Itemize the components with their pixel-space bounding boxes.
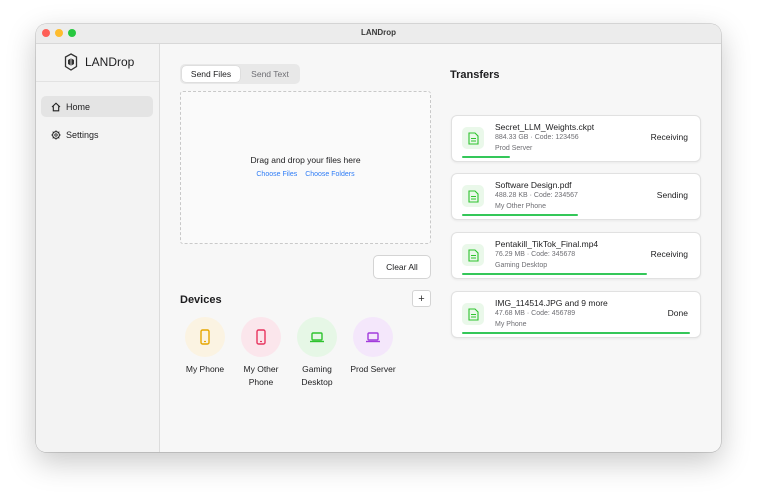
phone-icon xyxy=(256,329,266,345)
document-icon xyxy=(467,189,479,203)
window-title: LANDrop xyxy=(360,28,397,37)
device-name: My Other Phone xyxy=(243,364,279,387)
file-icon-badge xyxy=(462,244,484,266)
tab-send-text[interactable]: Send Text xyxy=(242,66,298,82)
home-icon xyxy=(51,101,61,111)
drop-links: Choose Files Choose Folders xyxy=(181,171,430,178)
transfer-status: Done xyxy=(667,308,688,318)
transfer-status: Receiving xyxy=(650,249,688,259)
transfer-device: Prod Server xyxy=(495,145,533,152)
device-my-phone[interactable]: My Phone xyxy=(177,317,233,376)
document-icon xyxy=(467,307,479,321)
clear-all-button[interactable]: Clear All xyxy=(373,255,431,279)
transfer-status: Sending xyxy=(656,190,688,200)
transfer-progress-bar xyxy=(462,156,510,158)
transfers-heading: Transfers xyxy=(450,69,500,81)
transfer-device: My Phone xyxy=(495,321,527,328)
transfer-file-name: Pentakill_TikTok_Final.mp4 xyxy=(495,239,599,249)
transfer-file-name: Software Design.pdf xyxy=(495,180,572,190)
laptop-icon xyxy=(310,332,324,343)
transfer-file-name: IMG_114514.JPG and 9 more xyxy=(495,298,608,308)
device-name: My Phone xyxy=(185,364,225,374)
document-icon xyxy=(467,248,479,262)
transfer-progress-bar xyxy=(462,332,690,334)
main-content: Send Files Send Text Drag and drop your … xyxy=(160,44,721,452)
device-avatar xyxy=(241,317,281,357)
add-device-button[interactable]: + xyxy=(412,290,431,307)
devices-heading: Devices xyxy=(180,294,222,306)
device-avatar xyxy=(185,317,225,357)
transfer-meta: 47.68 MB · Code: 456789 xyxy=(495,310,576,317)
phone-icon xyxy=(200,329,210,345)
transfer-card[interactable]: IMG_114514.JPG and 9 more 47.68 MB · Cod… xyxy=(451,291,701,338)
transfer-card[interactable]: Pentakill_TikTok_Final.mp4 76.29 MB · Co… xyxy=(451,232,701,279)
transfer-status: Receiving xyxy=(650,132,688,142)
device-gaming-desktop[interactable]: Gaming Desktop xyxy=(289,317,345,388)
device-name: Prod Server xyxy=(350,364,396,374)
gear-icon xyxy=(51,129,61,140)
sidebar-item-settings[interactable]: Settings xyxy=(41,124,153,145)
app-window: LANDrop LANDrop Home Settings Send Files… xyxy=(36,24,721,452)
sidebar: LANDrop Home Settings xyxy=(36,44,160,452)
sidebar-divider xyxy=(36,81,159,82)
choose-folders-link[interactable]: Choose Folders xyxy=(305,171,354,178)
transfer-meta: 76.29 MB · Code: 345678 xyxy=(495,251,576,258)
transfer-device: My Other Phone xyxy=(495,203,546,210)
file-icon-badge xyxy=(462,127,484,149)
sidebar-item-label: Home xyxy=(66,101,91,112)
file-drop-zone[interactable]: Drag and drop your files here Choose Fil… xyxy=(180,91,431,244)
laptop-icon xyxy=(366,332,380,343)
send-mode-tabs: Send Files Send Text xyxy=(180,64,300,84)
transfer-card[interactable]: Software Design.pdf 488.28 KB · Code: 23… xyxy=(451,173,701,220)
transfer-card[interactable]: Secret_LLM_Weights.ckpt 884.33 GB · Code… xyxy=(451,115,701,162)
file-icon-badge xyxy=(462,303,484,325)
device-prod-server[interactable]: Prod Server xyxy=(345,317,401,376)
transfer-progress-bar xyxy=(462,214,578,216)
device-my-other-phone[interactable]: My Other Phone xyxy=(233,317,289,388)
file-icon-badge xyxy=(462,185,484,207)
transfer-file-name: Secret_LLM_Weights.ckpt xyxy=(495,122,595,132)
choose-files-link[interactable]: Choose Files xyxy=(256,171,297,178)
landrop-logo-icon xyxy=(64,53,78,71)
document-icon xyxy=(467,131,479,145)
device-name: Gaming Desktop xyxy=(301,364,333,387)
device-avatar xyxy=(353,317,393,357)
transfer-meta: 884.33 GB · Code: 123456 xyxy=(495,134,579,141)
transfer-device: Gaming Desktop xyxy=(495,262,548,269)
title-bar[interactable]: LANDrop xyxy=(36,24,721,44)
brand: LANDrop xyxy=(64,53,134,71)
drop-instructions: Drag and drop your files here xyxy=(250,155,361,165)
sidebar-item-label: Settings xyxy=(66,129,99,140)
transfer-progress-bar xyxy=(462,273,647,275)
app-name: LANDrop xyxy=(85,55,135,69)
tab-send-files[interactable]: Send Files xyxy=(182,66,240,82)
device-avatar xyxy=(297,317,337,357)
transfer-meta: 488.28 KB · Code: 234567 xyxy=(495,192,578,199)
sidebar-item-home[interactable]: Home xyxy=(41,96,153,117)
